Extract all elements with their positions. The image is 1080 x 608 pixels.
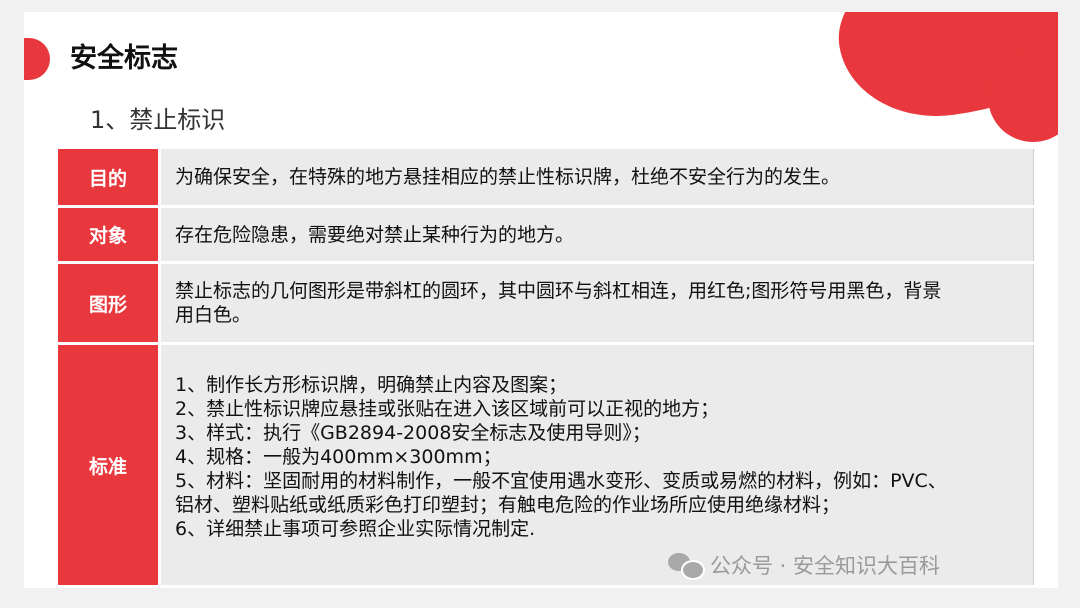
row-content: 存在危险隐患，需要绝对禁止某种行为的地方。 [159,206,1034,264]
slide: 安全标志 1、禁止标识 目的 为确保安全，在特殊的地方悬挂相应的禁止性标识牌，杜… [24,12,1058,588]
row-content: 禁止标志的几何图形是带斜杠的圆环，其中圆环与斜杠相连，用红色;图形符号用黑色，背… [159,262,1034,345]
content-line: 5、材料：坚固耐用的材料制作，一般不宜使用遇水变形、变质或易燃的材料，例如：PV… [175,470,947,492]
watermark-text: 公众号 · 安全知识大百科 [710,554,941,578]
table-row: 对象 存在危险隐患，需要绝对禁止某种行为的地方。 [58,206,1034,264]
row-label-standard: 标准 [58,343,161,588]
row-content: 为确保安全，在特殊的地方悬挂相应的禁止性标识牌，杜绝不安全行为的发生。 [159,149,1034,208]
content-line: 禁止标志的几何图形是带斜杠的圆环，其中圆环与斜杠相连，用红色;图形符号用黑色，背… [175,280,942,302]
content-line: 3、样式：执行《GB2894-2008安全标志及使用导则》； [175,422,651,444]
row-label-object: 对象 [58,206,161,264]
row-label-purpose: 目的 [58,149,161,208]
content-line: 铝材、塑料贴纸或纸质彩色打印塑封；有触电危险的作业场所应使用绝缘材料； [175,494,841,516]
table-row: 目的 为确保安全，在特殊的地方悬挂相应的禁止性标识牌，杜绝不安全行为的发生。 [58,149,1034,208]
standards-table: 目的 为确保安全，在特殊的地方悬挂相应的禁止性标识牌，杜绝不安全行为的发生。 对… [58,149,1034,588]
content-line: 存在危险隐患，需要绝对禁止某种行为的地方。 [175,223,575,246]
row-label-graphic: 图形 [58,262,161,345]
wechat-icon [668,551,705,580]
content-line: 4、规格：一般为400mm×300mm； [175,446,502,468]
content-line: 2、禁止性标识牌应悬挂或张贴在进入该区域前可以正视的地方； [175,398,720,420]
content-line: 6、详细禁止事项可参照企业实际情况制定. [175,518,536,540]
page-title: 安全标志 [70,43,178,74]
section-subtitle: 1、禁止标识 [90,106,226,134]
title-accent-tab [24,38,50,80]
content-line: 为确保安全，在特殊的地方悬挂相应的禁止性标识牌，杜绝不安全行为的发生。 [175,166,841,188]
watermark: 公众号 · 安全知识大百科 [668,550,940,580]
content-line: 1、制作长方形标识牌，明确禁止内容及图案； [175,374,568,396]
table-row: 图形 禁止标志的几何图形是带斜杠的圆环，其中圆环与斜杠相连，用红色;图形符号用黑… [58,262,1034,345]
content-line: 用白色。 [175,304,252,326]
